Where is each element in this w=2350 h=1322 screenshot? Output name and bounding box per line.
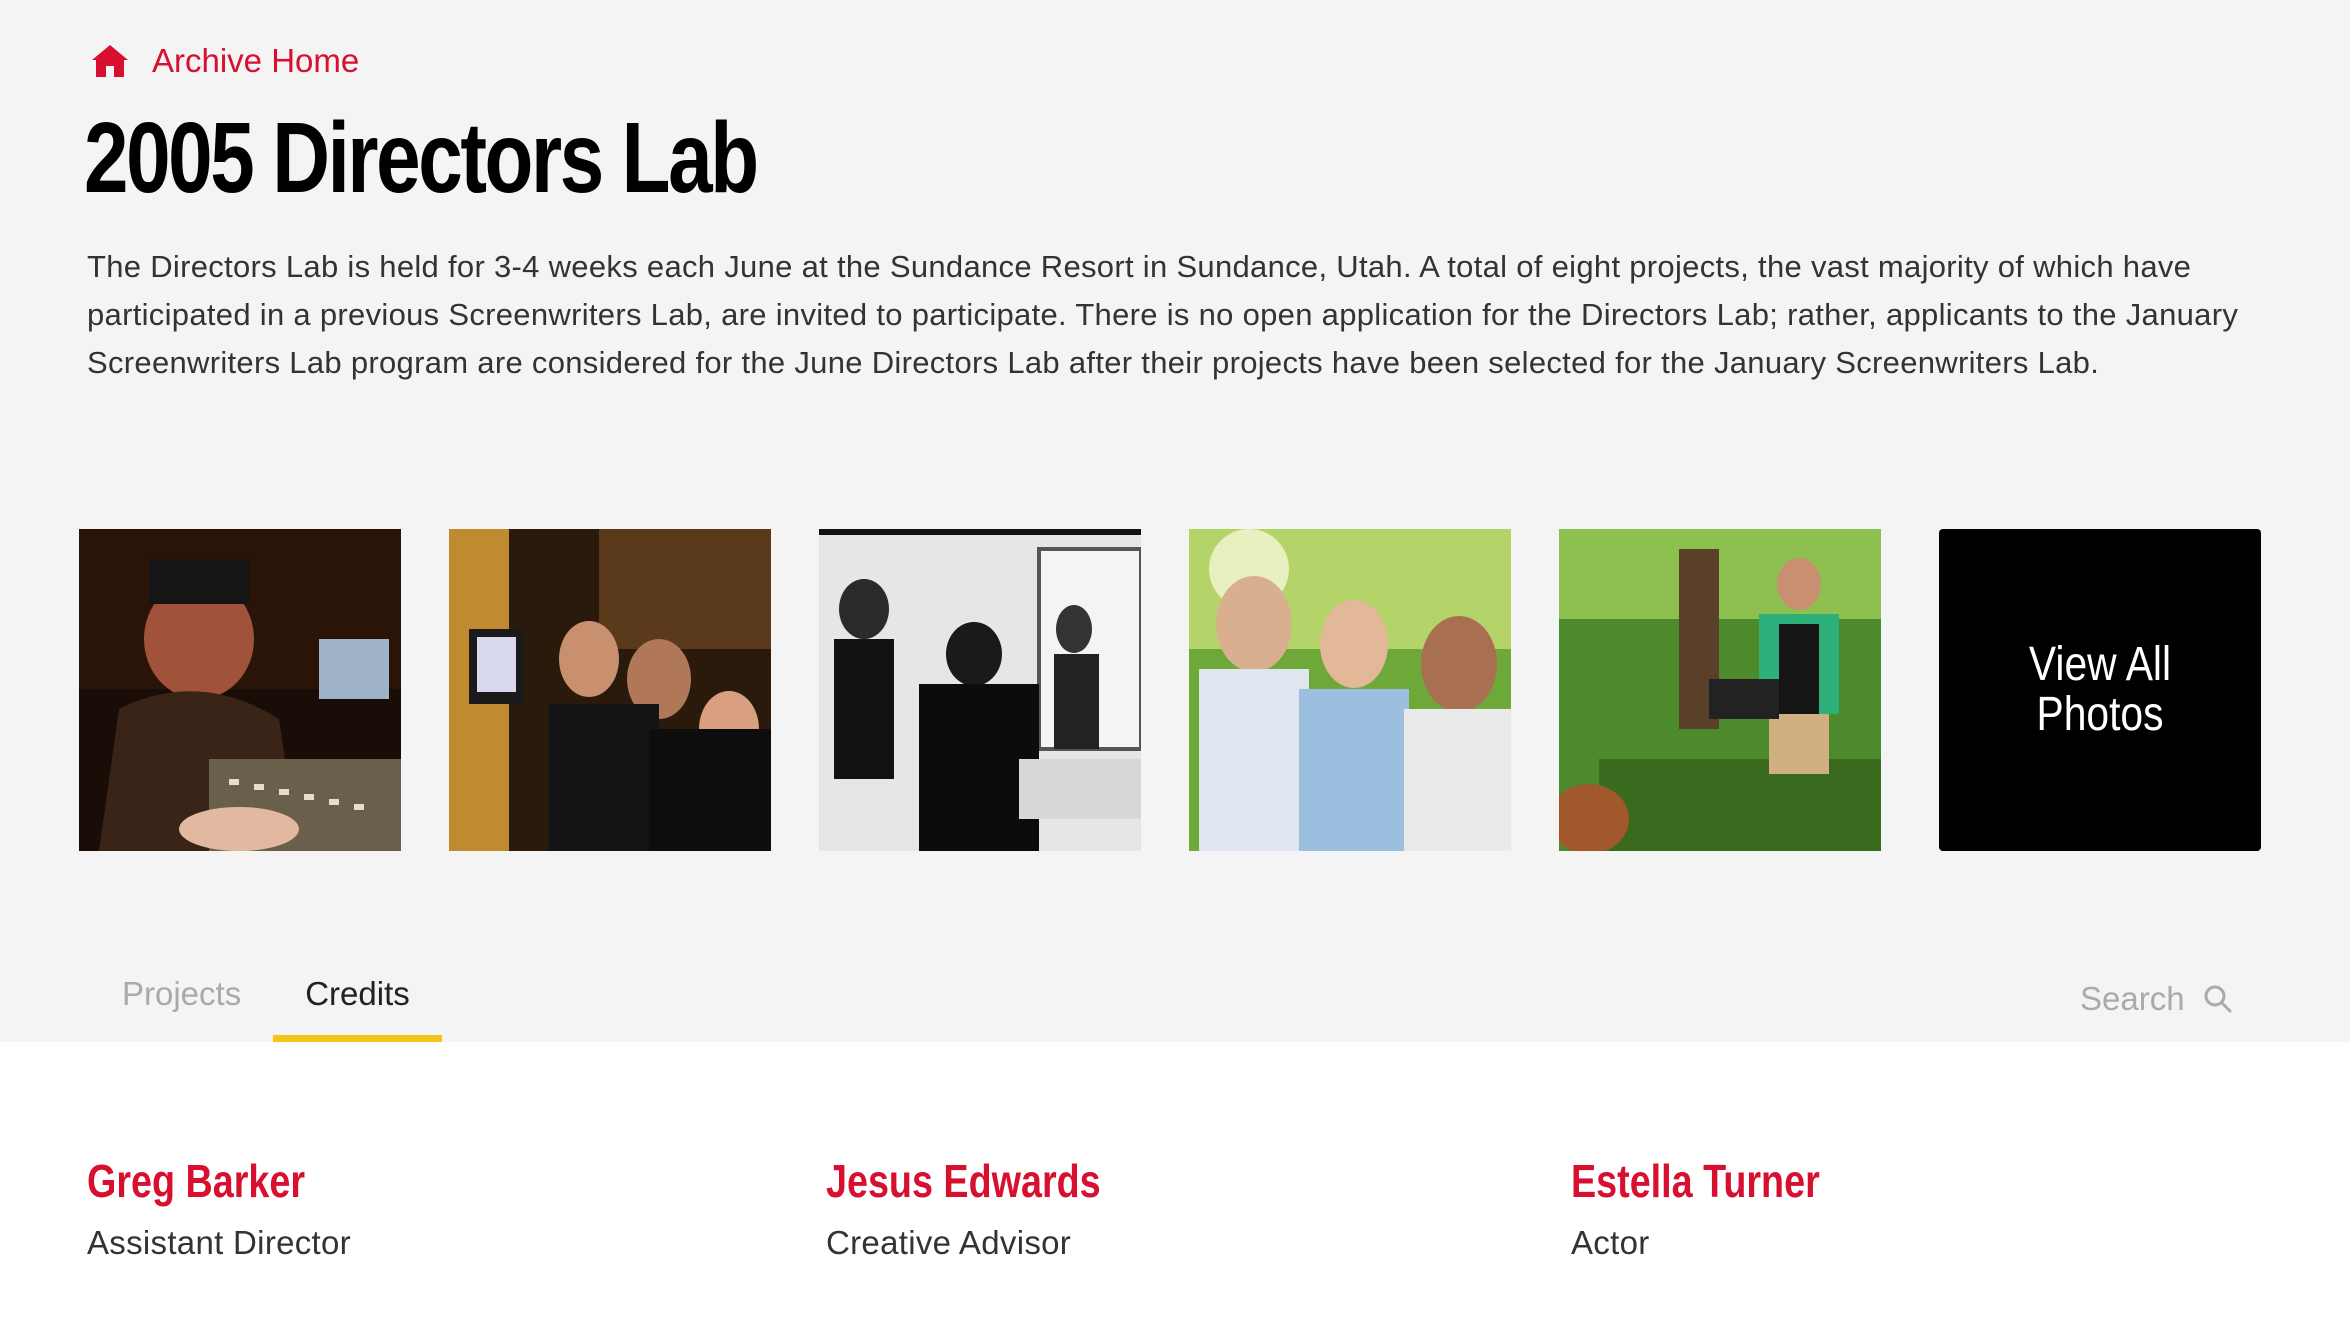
view-all-photos-label: View All Photos: [2028, 638, 2172, 741]
photo-film-crew: [1559, 529, 1881, 851]
gallery-photo[interactable]: [79, 529, 401, 851]
credit-item: Jesus Edwards Creative Advisor: [826, 1152, 1161, 1262]
photo-mirror-scene: [819, 529, 1141, 851]
credit-role: Actor: [1571, 1224, 1650, 1261]
credit-item: Estella Turner Actor: [1571, 1152, 1874, 1262]
page-header-area: Archive Home 2005 Directors Lab The Dire…: [0, 0, 2350, 1042]
gallery-photo[interactable]: [1189, 529, 1511, 851]
credit-role: Creative Advisor: [826, 1224, 1072, 1261]
archive-home-link[interactable]: Archive Home: [90, 42, 359, 80]
page-description: The Directors Lab is held for 3-4 weeks …: [87, 249, 2239, 380]
credit-name-link[interactable]: Jesus Edwards: [826, 1152, 1101, 1210]
search-input[interactable]: Search: [2080, 980, 2233, 1018]
view-all-photos-button[interactable]: View All Photos: [1939, 529, 2261, 851]
section-tabs: Projects Credits: [90, 955, 442, 1042]
credit-name-link[interactable]: Greg Barker: [87, 1152, 305, 1210]
gallery-photo[interactable]: [819, 529, 1141, 851]
credit-name-link[interactable]: Estella Turner: [1571, 1152, 1820, 1210]
credit-item: Greg Barker Assistant Director: [87, 1152, 353, 1262]
gallery-photo[interactable]: [449, 529, 771, 851]
photo-outdoor-conversation: [1189, 529, 1511, 851]
page-title: 2005 Directors Lab: [84, 102, 759, 214]
photo-mixing-console: [79, 529, 401, 851]
search-placeholder: Search: [2080, 980, 2185, 1017]
search-icon[interactable]: [2203, 984, 2233, 1014]
photo-gallery: [79, 529, 1929, 851]
breadcrumb-label: Archive Home: [152, 42, 360, 79]
gallery-photo[interactable]: [1559, 529, 1881, 851]
credit-role: Assistant Director: [87, 1224, 351, 1261]
tab-projects[interactable]: Projects: [90, 955, 273, 1042]
home-icon: [92, 45, 128, 77]
photo-monitor-group: [449, 529, 771, 851]
tab-credits[interactable]: Credits: [273, 955, 442, 1042]
